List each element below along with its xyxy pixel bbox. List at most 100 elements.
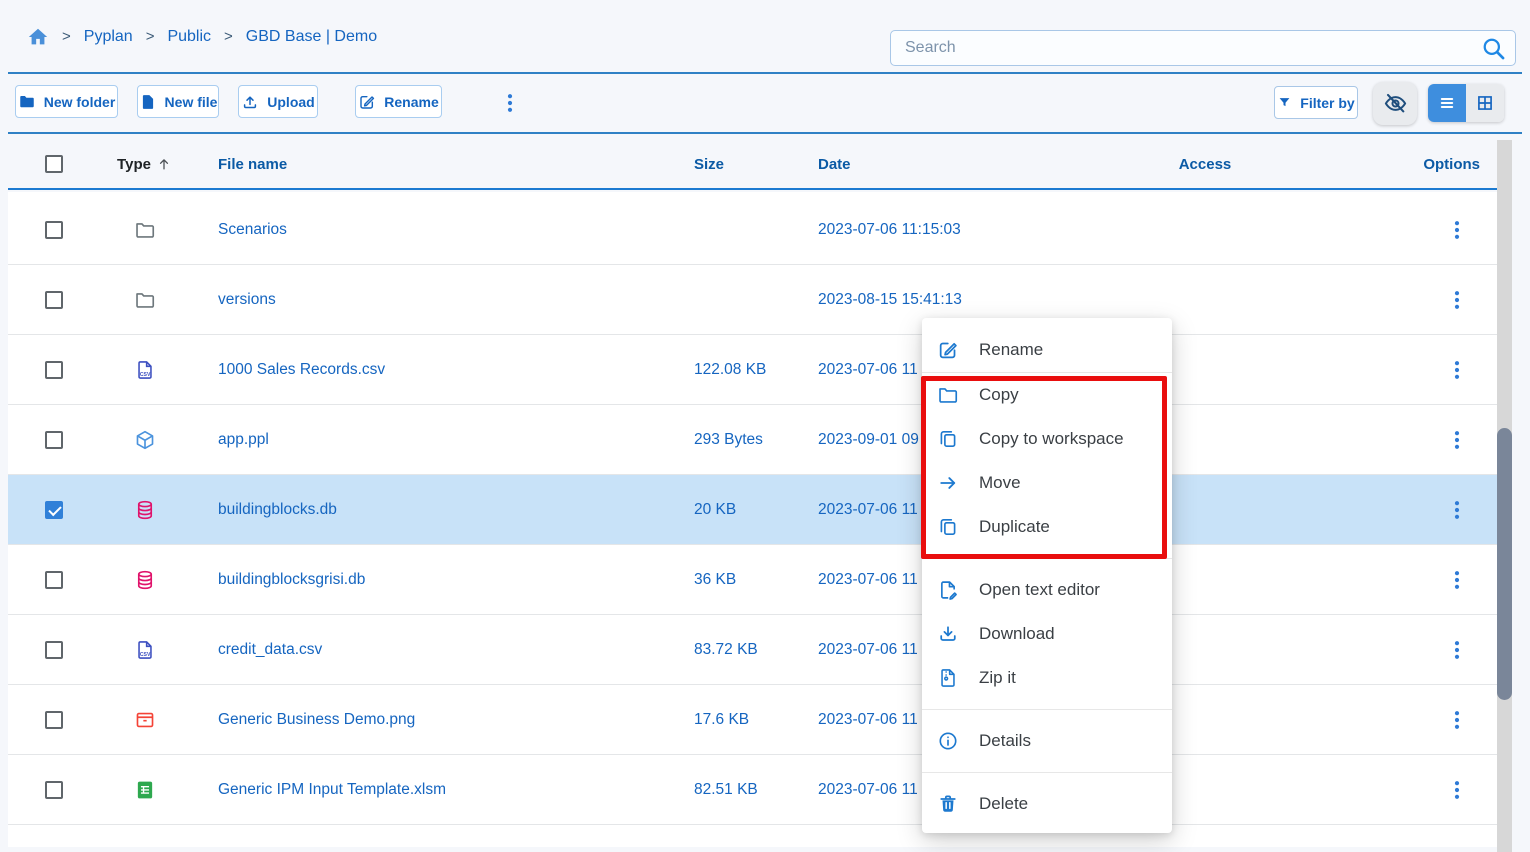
- breadcrumb: > Pyplan > Public > GBD Base | Demo: [27, 0, 377, 73]
- row-options-kebab-icon[interactable]: [1445, 358, 1469, 382]
- breadcrumb-separator: >: [146, 28, 155, 45]
- column-header-type[interactable]: Type: [117, 155, 173, 173]
- search-icon[interactable]: [1480, 35, 1507, 62]
- table-row[interactable]: credit_data.csv 83.72 KB 2023-07-06 11: [8, 615, 1497, 685]
- row-options-kebab-icon[interactable]: [1445, 428, 1469, 452]
- scrollbar-track[interactable]: [1497, 140, 1512, 852]
- menu-item-move[interactable]: Move: [922, 461, 1172, 505]
- row-options-kebab-icon[interactable]: [1445, 288, 1469, 312]
- row-checkbox[interactable]: [45, 431, 63, 449]
- scrollbar-thumb[interactable]: [1497, 428, 1512, 700]
- table-row[interactable]: buildingblocksgrisi.db 36 KB 2023-07-06 …: [8, 545, 1497, 615]
- column-header-access: Access: [1179, 156, 1232, 173]
- file-name-link[interactable]: versions: [218, 291, 276, 309]
- row-checkbox[interactable]: [45, 501, 63, 519]
- view-toggle: [1428, 84, 1504, 122]
- copy-icon: [937, 428, 959, 450]
- table-row[interactable]: versions 2023-08-15 15:41:13: [8, 265, 1497, 335]
- file-date: 2023-07-06 11: [818, 711, 918, 729]
- menu-item-rename[interactable]: Rename: [922, 328, 1172, 372]
- file-name-link[interactable]: credit_data.csv: [218, 641, 322, 659]
- toolbar-more-kebab-icon[interactable]: [498, 91, 522, 115]
- row-checkbox[interactable]: [45, 221, 63, 239]
- folder-icon: [134, 289, 156, 311]
- file-date: 2023-07-06 11: [818, 361, 918, 379]
- breadcrumb-item-public[interactable]: Public: [167, 28, 211, 46]
- file-size: 36 KB: [694, 571, 736, 589]
- file-name-link[interactable]: Generic Business Demo.png: [218, 711, 415, 729]
- file-date: 2023-07-06 11: [818, 641, 918, 659]
- toggle-hidden-files-button[interactable]: [1373, 82, 1417, 125]
- file-name-link[interactable]: app.ppl: [218, 431, 269, 449]
- row-checkbox[interactable]: [45, 711, 63, 729]
- row-options-kebab-icon[interactable]: [1445, 708, 1469, 732]
- download-icon: [937, 623, 959, 645]
- menu-item-copy-to-workspace[interactable]: Copy to workspace: [922, 417, 1172, 461]
- breadcrumb-item-pyplan[interactable]: Pyplan: [84, 28, 133, 46]
- file-name-link[interactable]: 1000 Sales Records.csv: [218, 361, 385, 379]
- sort-ascending-icon: [155, 155, 173, 173]
- edit-icon: [937, 339, 959, 361]
- context-menu: Rename Copy Copy to workspace Move Dupli…: [922, 318, 1172, 833]
- new-file-button[interactable]: New file: [137, 85, 219, 118]
- file-name-link[interactable]: Scenarios: [218, 221, 287, 239]
- list-view-button[interactable]: [1428, 84, 1466, 122]
- table-row[interactable]: Generic IPM Input Template.xlsm 82.51 KB…: [8, 755, 1497, 825]
- file-size: 83.72 KB: [694, 641, 758, 659]
- search-input[interactable]: [891, 31, 1515, 65]
- upload-button[interactable]: Upload: [238, 85, 318, 118]
- csv-icon: [134, 359, 156, 381]
- menu-item-duplicate[interactable]: Duplicate: [922, 505, 1172, 549]
- table-row[interactable]: 1000 Sales Records.csv 122.08 KB 2023-07…: [8, 335, 1497, 405]
- new-folder-button[interactable]: New folder: [15, 85, 118, 118]
- grid-view-icon: [1475, 93, 1495, 113]
- file-table-body: Scenarios 2023-07-06 11:15:03 versions 2…: [8, 192, 1497, 847]
- column-header-options: Options: [1423, 156, 1480, 173]
- home-icon[interactable]: [27, 26, 49, 48]
- rename-label: Rename: [384, 94, 438, 110]
- menu-item-download[interactable]: Download: [922, 612, 1172, 656]
- row-options-kebab-icon[interactable]: [1445, 778, 1469, 802]
- table-row[interactable]: Scenarios 2023-07-06 11:15:03: [8, 195, 1497, 265]
- filter-by-label: Filter by: [1300, 95, 1354, 111]
- search-box: [890, 30, 1516, 66]
- breadcrumb-item-current[interactable]: GBD Base | Demo: [246, 28, 377, 46]
- menu-item-details[interactable]: Details: [922, 719, 1172, 763]
- new-folder-icon: [18, 93, 36, 111]
- new-file-label: New file: [165, 94, 218, 110]
- row-checkbox[interactable]: [45, 571, 63, 589]
- row-options-kebab-icon[interactable]: [1445, 498, 1469, 522]
- filter-by-button[interactable]: Filter by: [1274, 86, 1358, 119]
- filter-funnel-icon: [1277, 95, 1292, 110]
- select-all-checkbox[interactable]: [45, 155, 63, 173]
- menu-item-open-text-editor[interactable]: Open text editor: [922, 568, 1172, 612]
- row-options-kebab-icon[interactable]: [1445, 568, 1469, 592]
- column-header-file-name[interactable]: File name: [218, 156, 287, 173]
- menu-item-zip-it[interactable]: Zip it: [922, 656, 1172, 700]
- upload-label: Upload: [267, 94, 314, 110]
- table-row[interactable]: buildingblocks.db 20 KB 2023-07-06 11: [8, 475, 1497, 545]
- sheet-icon: [134, 779, 156, 801]
- rename-button[interactable]: Rename: [355, 85, 442, 118]
- top-bar: > Pyplan > Public > GBD Base | Demo: [0, 0, 1530, 73]
- column-header-size[interactable]: Size: [694, 156, 724, 173]
- menu-item-delete[interactable]: Delete: [922, 782, 1172, 826]
- column-header-date[interactable]: Date: [818, 156, 851, 173]
- row-options-kebab-icon[interactable]: [1445, 218, 1469, 242]
- grid-view-button[interactable]: [1466, 84, 1504, 122]
- file-name-link[interactable]: buildingblocksgrisi.db: [218, 571, 365, 589]
- row-checkbox[interactable]: [45, 361, 63, 379]
- row-options-kebab-icon[interactable]: [1445, 638, 1469, 662]
- row-checkbox[interactable]: [45, 781, 63, 799]
- file-name-link[interactable]: buildingblocks.db: [218, 501, 337, 519]
- breadcrumb-separator: >: [62, 28, 71, 45]
- row-checkbox[interactable]: [45, 291, 63, 309]
- file-date: 2023-07-06 11: [818, 571, 918, 589]
- table-row[interactable]: app.ppl 293 Bytes 2023-09-01 09: [8, 405, 1497, 475]
- file-size: 17.6 KB: [694, 711, 749, 729]
- menu-item-copy[interactable]: Copy: [922, 373, 1172, 417]
- rename-icon: [358, 93, 376, 111]
- file-name-link[interactable]: Generic IPM Input Template.xlsm: [218, 781, 446, 799]
- table-row[interactable]: Generic Business Demo.png 17.6 KB 2023-0…: [8, 685, 1497, 755]
- row-checkbox[interactable]: [45, 641, 63, 659]
